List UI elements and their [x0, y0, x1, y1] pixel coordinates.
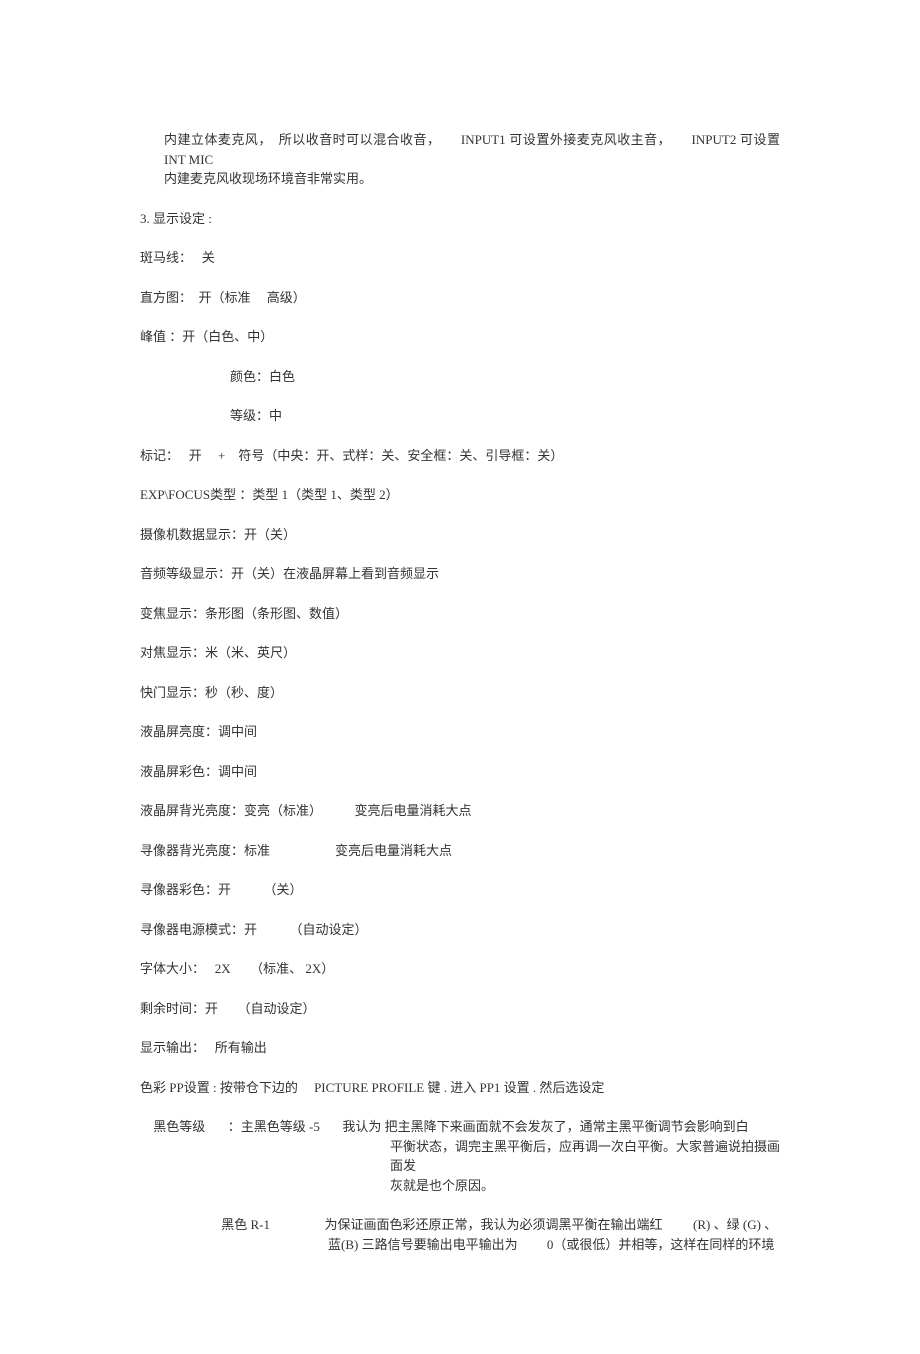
black-r-line1: 黑色 R-1 为保证画面色彩还原正常，我认为必须调黑平衡在输出端红 (R) 、绿… [140, 1215, 780, 1235]
setting-vfbacklight: 寻像器背光亮度：标准 变亮后电量消耗大点 [140, 841, 780, 861]
setting-remaining: 剩余时间：开 （自动设定） [140, 999, 780, 1019]
setting-lcdbacklight: 液晶屏背光亮度：变亮（标准） 变亮后电量消耗大点 [140, 801, 780, 821]
black-level-text1: 我认为 把主黑降下来画面就不会发灰了，通常主黑平衡调节会影响到白 [342, 1119, 748, 1134]
setting-vfcolor: 寻像器彩色：开 （关） [140, 880, 780, 900]
setting-vfpower: 寻像器电源模式：开 （自动设定） [140, 920, 780, 940]
setting-peak-level: 等级：中 [140, 406, 780, 426]
document-page: 内建立体麦克风， 所以收音时可以混合收音， INPUT1 可设置外接麦克风收主音… [0, 0, 920, 1354]
black-level-text3: 灰就是也个原因。 [140, 1176, 780, 1196]
black-r-block: 黑色 R-1 为保证画面色彩还原正常，我认为必须调黑平衡在输出端红 (R) 、绿… [140, 1215, 780, 1254]
black-level-text2: 平衡状态，调完主黑平衡后，应再调一次白平衡。大家普遍说拍摄画面发 [140, 1137, 780, 1176]
setting-exptype: EXP\FOCUS类型 ：类型 1（类型 1、类型 2） [140, 485, 780, 505]
setting-lcdbright: 液晶屏亮度：调中间 [140, 722, 780, 742]
setting-fontsize: 字体大小： 2X （标准、 2X） [140, 959, 780, 979]
setting-dispout: 显示输出： 所有输出 [140, 1038, 780, 1058]
setting-lcdcolor: 液晶屏彩色：调中间 [140, 762, 780, 782]
black-level-label: 黑色等级 [153, 1119, 205, 1134]
setting-zebra: 斑马线： 关 [140, 248, 780, 268]
setting-histogram: 直方图： 开（标准 高级） [140, 288, 780, 308]
black-r-text1b: (R) 、绿 (G) 、 [693, 1217, 777, 1232]
setting-camdata: 摄像机数据显示：开（关） [140, 525, 780, 545]
setting-zoom: 变焦显示：条形图（条形图、数值） [140, 604, 780, 624]
black-r-text2: 蓝(B) 三路信号要输出电平输出为 0（或很低）并相等，这样在同样的环境 [140, 1235, 780, 1255]
setting-marker: 标记： 开 + 符号（中央：开、式样：关、安全框：关、引导框：关） [140, 446, 780, 466]
pp-intro: 色彩 PP设置 : 按带仓下边的 PICTURE PROFILE 键 . 进入 … [140, 1078, 780, 1098]
setting-shutter: 快门显示：秒（秒、度） [140, 683, 780, 703]
black-r-label: 黑色 R-1 [221, 1217, 270, 1232]
intro-line1: 内建立体麦克风， 所以收音时可以混合收音， INPUT1 可设置外接麦克风收主音… [164, 130, 780, 169]
black-level-line1: 黑色等级 ：主黑色等级 -5 我认为 把主黑降下来画面就不会发灰了，通常主黑平衡… [140, 1117, 780, 1137]
intro-line2: 内建麦克风收现场环境音非常实用。 [164, 169, 780, 189]
setting-peak: 峰值 ：开（白色、中） [140, 327, 780, 347]
intro-paragraph: 内建立体麦克风， 所以收音时可以混合收音， INPUT1 可设置外接麦克风收主音… [140, 130, 780, 189]
black-level-value: ：主黑色等级 -5 [228, 1119, 320, 1134]
black-r-text1a: 为保证画面色彩还原正常，我认为必须调黑平衡在输出端红 [325, 1217, 663, 1232]
setting-focus: 对焦显示：米（米、英尺） [140, 643, 780, 663]
setting-audio: 音频等级显示：开（关）在液晶屏幕上看到音频显示 [140, 564, 780, 584]
black-level-block: 黑色等级 ：主黑色等级 -5 我认为 把主黑降下来画面就不会发灰了，通常主黑平衡… [140, 1117, 780, 1195]
setting-peak-color: 颜色：白色 [140, 367, 780, 387]
section3-title: 3. 显示设定 : [140, 209, 780, 229]
